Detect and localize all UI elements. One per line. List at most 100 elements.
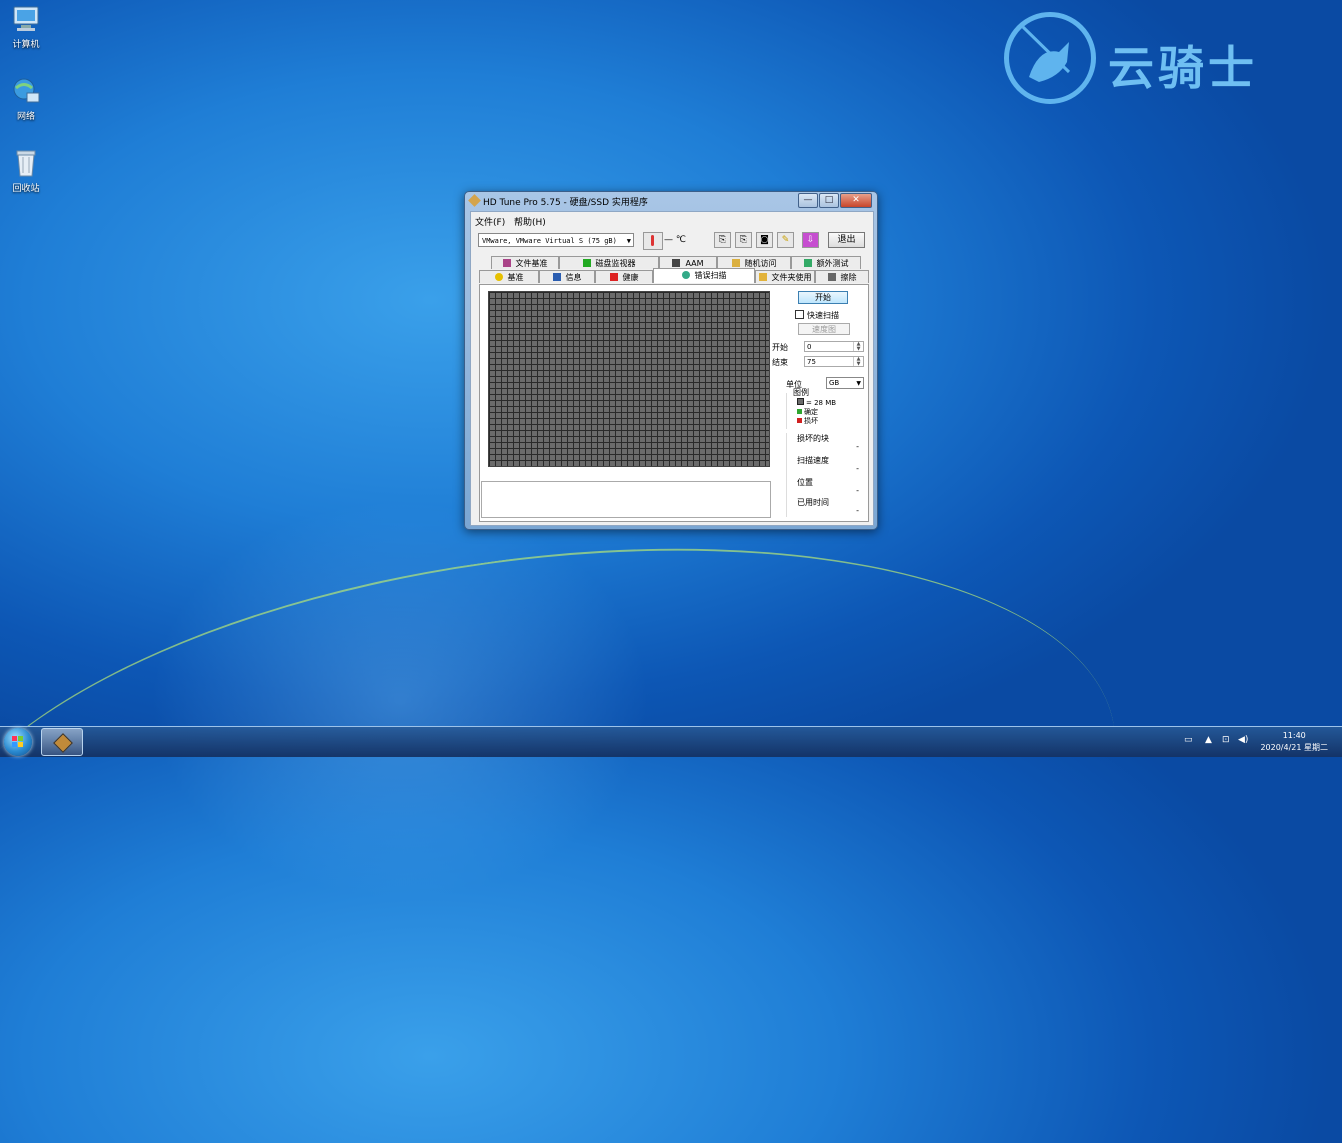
- legend: 图例 = 28 MB 确定 损坏: [786, 388, 865, 429]
- show-hidden-icons-icon[interactable]: ▲: [1205, 735, 1215, 745]
- tab-extra-tests[interactable]: 额外测试: [791, 256, 861, 269]
- start-position-value: 0: [807, 343, 812, 351]
- chevron-down-icon: ▼: [626, 237, 631, 245]
- yunqishi-logo: 云骑士: [1004, 10, 1334, 106]
- clock-time: 11:40: [1282, 731, 1306, 740]
- start-position-input[interactable]: 0 ▲ ▼: [804, 341, 864, 352]
- file-benchmark-icon: [502, 259, 511, 267]
- network-status-icon[interactable]: ⊡: [1222, 735, 1232, 745]
- legend-item-damaged: 损坏: [797, 416, 818, 426]
- extra-tests-icon: [803, 259, 812, 267]
- spinner-arrows-icon[interactable]: ▲ ▼: [853, 342, 863, 352]
- copy-all-button[interactable]: ⎘: [735, 232, 752, 248]
- copy-icon: ⎘: [718, 235, 727, 245]
- system-tray: ▭ ▲ ⊡ ◀) 11:40 2020/4/21 星期二: [1172, 727, 1342, 757]
- scan-log: [481, 481, 771, 518]
- damaged-blocks-label: 损坏的块: [797, 434, 829, 443]
- close-button[interactable]: ✕: [840, 193, 872, 208]
- hdtune-app-icon: [53, 733, 73, 753]
- damaged-blocks-value: -: [856, 442, 859, 451]
- recycle-bin-icon: [11, 148, 41, 178]
- volume-icon[interactable]: ◀): [1238, 735, 1248, 745]
- checkbox-box: [795, 310, 804, 319]
- legend-title: 图例: [793, 388, 809, 397]
- desktop-icon-label: 回收站: [12, 184, 40, 194]
- unit-select-value: GB: [829, 379, 840, 387]
- block-swatch-icon: [797, 398, 804, 405]
- unit-select[interactable]: GB ▼: [826, 377, 864, 389]
- options-button[interactable]: ✎: [777, 232, 794, 248]
- download-arrow-icon: ⇩: [806, 235, 815, 245]
- drive-select-value: VMware, VMware Virtual S (75 gB): [482, 237, 617, 245]
- start-button[interactable]: 开始: [798, 291, 848, 304]
- tab-benchmark[interactable]: 基准: [479, 270, 539, 283]
- info-icon: [552, 273, 561, 281]
- spinner-arrows-icon[interactable]: ▲ ▼: [853, 357, 863, 367]
- damaged-swatch-icon: [797, 418, 802, 423]
- tab-file-benchmark[interactable]: 文件基准: [491, 256, 559, 269]
- tab-error-scan[interactable]: 错误扫描: [653, 268, 755, 283]
- desktop-icon-label: 计算机: [12, 40, 40, 50]
- desktop-icon-network[interactable]: 网络: [6, 76, 46, 122]
- menu-bar: 文件(F) 帮助(H): [471, 212, 873, 228]
- desktop-icon-recycle-bin[interactable]: 回收站: [6, 148, 46, 194]
- knight-emblem-icon: [1004, 12, 1096, 104]
- health-cross-icon: [609, 273, 618, 281]
- error-scan-panel: 开始 快速扫描 速度图 开始 0 ▲ ▼ 结束 75 ▲ ▼ 单位 GB ▼ 图…: [479, 284, 869, 522]
- end-field-label: 结束: [772, 358, 788, 367]
- minimize-button[interactable]: —: [798, 193, 818, 208]
- scan-stats: 损坏的块 - 扫描速度 - 位置 - 已用时间 -: [786, 433, 865, 517]
- taskbar: ▭ ▲ ⊡ ◀) 11:40 2020/4/21 星期二: [0, 726, 1342, 757]
- title-bar[interactable]: HD Tune Pro 5.75 - 硬盘/SSD 实用程序 — □ ✕: [465, 192, 877, 210]
- end-position-input[interactable]: 75 ▲ ▼: [804, 356, 864, 367]
- tab-info[interactable]: 信息: [539, 270, 595, 283]
- tab-health[interactable]: 健康: [595, 270, 653, 283]
- lightbulb-icon: [494, 273, 503, 281]
- save-button[interactable]: ⇩: [802, 232, 819, 248]
- screenshot-button[interactable]: ◙: [756, 232, 773, 248]
- tab-erase[interactable]: 擦除: [815, 270, 869, 283]
- desktop-icon-label: 网络: [16, 112, 35, 122]
- folder-icon: [758, 273, 767, 281]
- speed-map-button: 速度图: [798, 323, 850, 335]
- clock[interactable]: 11:40 2020/4/21 星期二: [1260, 730, 1328, 754]
- copy-info-button[interactable]: ⎘: [714, 232, 731, 248]
- computer-icon: [11, 4, 41, 34]
- drive-select[interactable]: VMware, VMware Virtual S (75 gB) ▼: [478, 233, 634, 247]
- scan-controls: 开始 快速扫描 速度图 开始 0 ▲ ▼ 结束 75 ▲ ▼ 单位 GB ▼ 图…: [772, 285, 868, 521]
- clock-date: 2020/4/21 星期二: [1260, 743, 1328, 752]
- window-client: 文件(F) 帮助(H) VMware, VMware Virtual S (75…: [470, 211, 874, 526]
- scan-speed-label: 扫描速度: [797, 456, 829, 465]
- network-icon: [11, 76, 41, 106]
- position-label: 位置: [797, 478, 813, 487]
- desktop-icon-computer[interactable]: 计算机: [6, 4, 46, 50]
- taskbar-hdtune-button[interactable]: [41, 728, 83, 756]
- hdtune-window[interactable]: HD Tune Pro 5.75 - 硬盘/SSD 实用程序 — □ ✕ 文件(…: [464, 191, 878, 530]
- tab-strip: 文件基准 磁盘监视器 AAM 随机访问 额外测试 基准 信息 健康 错误扫描 文…: [479, 256, 869, 286]
- magnifier-icon: [681, 271, 690, 279]
- speaker-icon: [672, 259, 681, 267]
- window-title: HD Tune Pro 5.75 - 硬盘/SSD 实用程序: [483, 198, 648, 208]
- menu-help[interactable]: 帮助(H): [514, 215, 546, 228]
- tab-folder-usage[interactable]: 文件夹使用: [755, 270, 815, 283]
- elapsed-time-label: 已用时间: [797, 498, 829, 507]
- maximize-button[interactable]: □: [819, 193, 839, 208]
- disk-monitor-icon: [582, 259, 591, 267]
- keyboard-icon[interactable]: ▭: [1184, 735, 1194, 745]
- watermark-text: 云骑士: [1108, 41, 1258, 95]
- thermometer-icon: [643, 232, 663, 250]
- exit-button[interactable]: 退出: [828, 232, 865, 248]
- start-orb-button[interactable]: [4, 728, 32, 756]
- windows-logo-icon: [12, 736, 23, 747]
- toolbar: VMware, VMware Virtual S (75 gB) ▼ — ℃ ⎘…: [471, 229, 873, 253]
- trash-icon: [827, 273, 836, 281]
- quick-scan-checkbox[interactable]: 快速扫描: [795, 310, 839, 321]
- scan-speed-value: -: [856, 464, 859, 473]
- end-position-value: 75: [807, 358, 816, 366]
- tab-disk-monitor[interactable]: 磁盘监视器: [559, 256, 659, 269]
- block-map: [488, 291, 770, 467]
- wallpaper-swirl: [0, 478, 1150, 1143]
- random-access-icon: [731, 259, 740, 267]
- copy-all-icon: ⎘: [739, 235, 748, 245]
- menu-file[interactable]: 文件(F): [475, 215, 505, 228]
